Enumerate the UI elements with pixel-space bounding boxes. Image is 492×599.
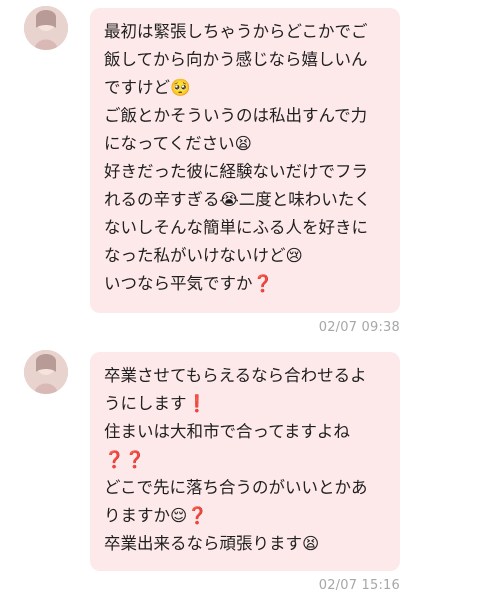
message-line: りますか😌❓	[104, 506, 208, 525]
avatar-photo-icon	[24, 6, 68, 50]
message-line: どこで先に落ち合うのがいいとかあ	[104, 478, 368, 497]
message-line: ご飯とかそういうのは私出すんで力	[104, 106, 368, 125]
message-line: ❓❓	[104, 450, 146, 469]
message-line: 卒業出来るなら頑張ります😫	[104, 534, 320, 553]
message-line: 卒業させてもらえるなら合わせるよ	[104, 366, 367, 385]
message-line: になってください😫	[104, 134, 252, 153]
message-timestamp: 02/07 15:16	[318, 578, 400, 593]
message-line: うにします❗	[104, 394, 208, 413]
message-line: ですけど🥺	[104, 78, 191, 97]
message-timestamp: 02/07 09:38	[318, 320, 400, 335]
message-line: れるの辛すぎる😭二度と味わいたく	[104, 190, 371, 209]
avatar-photo-icon	[24, 350, 68, 394]
chat-bubble: 最初は緊張しちゃうからどこかでご 飯してから向かう感じなら嬉しいん ですけど🥺 …	[90, 8, 400, 313]
message-line: 住まいは大和市で合ってますよね	[104, 422, 350, 441]
message-line: なった私がいけないけど😢	[104, 246, 303, 265]
message-line: 飯してから向かう感じなら嬉しいん	[104, 50, 368, 69]
chat-bubble: 卒業させてもらえるなら合わせるよ うにします❗ 住まいは大和市で合ってますよね …	[90, 352, 400, 571]
avatar[interactable]	[24, 350, 68, 394]
avatar[interactable]	[24, 6, 68, 50]
message-line: 最初は緊張しちゃうからどこかでご	[104, 22, 368, 41]
message-line: いつなら平気ですか❓	[104, 274, 274, 293]
message-line: ないしそんな簡単にふる人を好きに	[104, 218, 368, 237]
message-line: 好きだった彼に経験ないだけでフラ	[104, 162, 368, 181]
